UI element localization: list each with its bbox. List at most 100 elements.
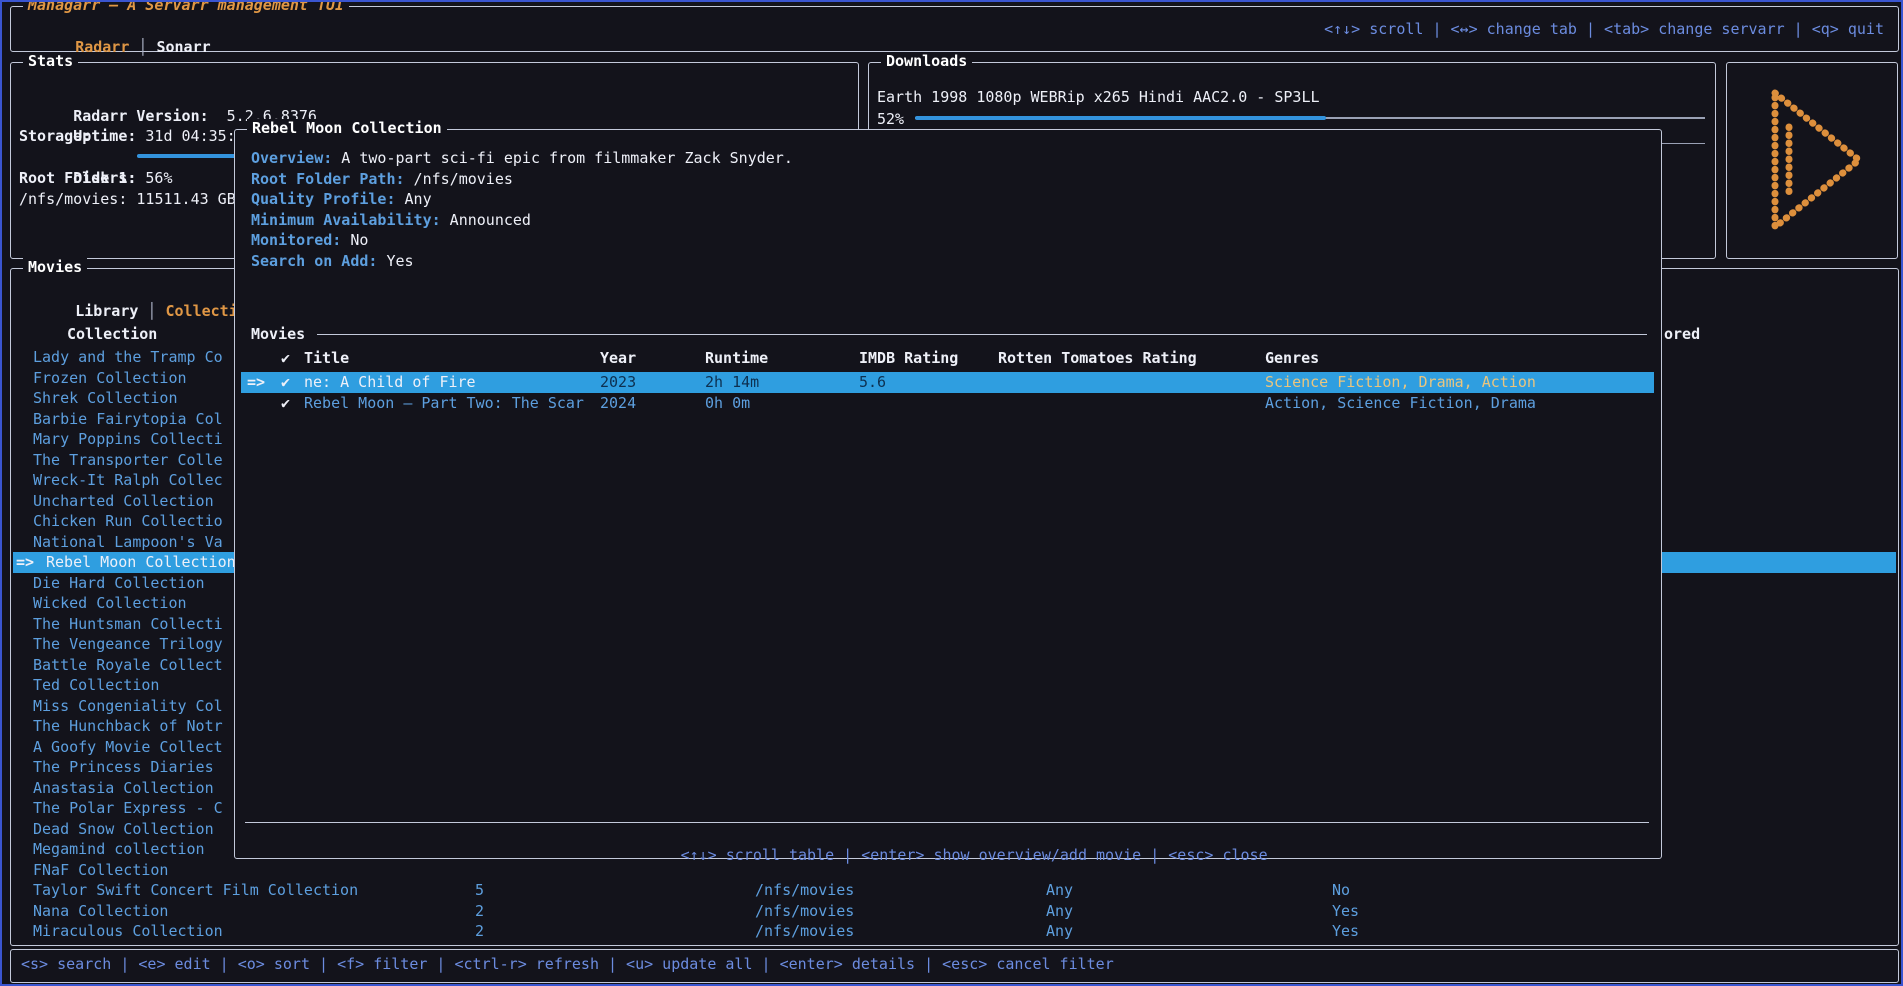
collection-name: Miss Congeniality Col <box>33 696 223 717</box>
quality-profile: Any <box>1046 880 1073 901</box>
movie-row-selected[interactable]: =>✔ne: A Child of Fire20232h 14m5.6Scien… <box>241 372 1654 393</box>
detail-value: Announced <box>441 211 531 229</box>
modal-movies-header: ✔TitleYearRuntimeIMDB RatingRotten Tomat… <box>235 348 1659 369</box>
footer-keybar: <s> search | <e> edit | <o> sort | <f> f… <box>10 949 1899 983</box>
detail-label: Minimum Availability: <box>251 211 441 229</box>
collection-row[interactable]: Taylor Swift Concert Film Collection5/nf… <box>13 880 1896 901</box>
modal-details: Overview: A two-part sci-fi epic from fi… <box>251 148 1641 274</box>
section-divider <box>317 334 1647 335</box>
top-keybinds: <↑↓> scroll | <↔> change tab | <tab> cha… <box>1324 20 1884 38</box>
collection-name: The Princess Diaries <box>33 757 214 778</box>
monitored-flag: No <box>1332 880 1350 901</box>
movie-count: 5 <box>475 880 484 901</box>
collection-name: Frozen Collection <box>33 368 187 389</box>
root-folder-path: /nfs/movies <box>755 901 854 922</box>
cell-genres: Action, Science Fiction, Drama <box>1265 393 1536 414</box>
detail-label: Overview: <box>251 149 332 167</box>
detail-value: A two-part sci-fi epic from filmmaker Za… <box>332 149 793 167</box>
collection-name: Megamind collection <box>33 839 205 860</box>
collection-name: Miraculous Collection <box>33 921 223 941</box>
root-folder-value: /nfs/movies: 11511.43 GB <box>19 189 236 210</box>
cell-genres: Science Fiction, Drama, Action <box>1265 372 1536 393</box>
downloads-title: Downloads <box>881 52 972 70</box>
collection-name: Nana Collection <box>33 901 168 922</box>
collection-name: Uncharted Collection <box>33 491 214 512</box>
collection-name: The Hunchback of Notr <box>33 716 223 737</box>
collection-name: Ted Collection <box>33 675 159 696</box>
monitored-column-header-fragment: ored <box>1664 324 1700 345</box>
collection-name: Anastasia Collection <box>33 778 214 799</box>
download-progress-gauge <box>915 109 1705 129</box>
collection-name: Lady and the Tramp Co <box>33 347 223 368</box>
collection-name: Chicken Run Collectio <box>33 511 223 532</box>
detail-label: Monitored: <box>251 231 341 249</box>
collection-name: Wicked Collection <box>33 593 187 614</box>
collection-name: Die Hard Collection <box>33 573 205 594</box>
modal-movie-rows: =>✔ne: A Child of Fire20232h 14m5.6Scien… <box>241 372 1654 414</box>
tab-separator: │ <box>138 302 165 320</box>
quality-profile: Any <box>1046 901 1073 922</box>
terminal-screen: Managarr — A Servarr management TUI Rada… <box>0 0 1903 986</box>
quality-profile: Any <box>1046 921 1073 941</box>
uptime-row: Uptime:31d 04:35:37 <box>19 105 254 126</box>
storage-label: Storage: <box>19 126 91 147</box>
collection-column-header: Collection <box>67 324 157 345</box>
cell-check: ✔ <box>281 372 290 393</box>
collection-name: Shrek Collection <box>33 388 178 409</box>
detail-label: Root Folder Path: <box>251 170 405 188</box>
movies-panel-title: Movies <box>23 258 87 276</box>
collection-name: Mary Poppins Collecti <box>33 429 223 450</box>
detail-label: Quality Profile: <box>251 190 396 208</box>
collection-name: National Lampoon's Va <box>33 532 223 553</box>
tab-sonarr[interactable]: Sonarr <box>156 38 210 56</box>
top-bar: Managarr — A Servarr management TUI Rada… <box>10 6 1899 52</box>
detail-value: /nfs/movies <box>405 170 513 188</box>
detail-row: Overview: A two-part sci-fi epic from fi… <box>251 148 793 169</box>
year-header: Year <box>600 348 636 369</box>
collection-name: The Transporter Colle <box>33 450 223 471</box>
monitored-flag: Yes <box>1332 921 1359 941</box>
detail-row: Search on Add: Yes <box>251 251 414 272</box>
movie-count: 2 <box>475 921 484 941</box>
collection-name: Wreck-It Ralph Collec <box>33 470 223 491</box>
app-title: Managarr — A Servarr management TUI <box>23 0 349 14</box>
radarr-logo-icon <box>1737 75 1887 245</box>
check-header: ✔ <box>281 348 290 369</box>
version-row: Radarr Version:5.2.6.8376 <box>19 85 317 106</box>
monitored-flag: Yes <box>1332 901 1359 922</box>
detail-value: Any <box>396 190 432 208</box>
tab-library[interactable]: Library <box>75 302 138 320</box>
movie-row[interactable]: ✔Rebel Moon – Part Two: The Scar20240h 0… <box>241 393 1654 414</box>
cell-runtime: 0h 0m <box>705 393 750 414</box>
collection-name: Dead Snow Collection <box>33 819 214 840</box>
runtime-header: Runtime <box>705 348 768 369</box>
detail-label: Search on Add: <box>251 252 377 270</box>
cell-runtime: 2h 14m <box>705 372 759 393</box>
imdb-header: IMDB Rating <box>859 348 958 369</box>
cell-check: ✔ <box>281 393 290 414</box>
detail-row: Root Folder Path: /nfs/movies <box>251 169 513 190</box>
modal-movies-section-title: Movies <box>251 324 305 345</box>
detail-row: Quality Profile: Any <box>251 189 432 210</box>
logo-panel <box>1726 62 1898 259</box>
detail-row: Monitored: No <box>251 230 368 251</box>
tab-radarr[interactable]: Radarr <box>75 38 129 56</box>
modal-help: <↑↓> scroll table | <enter> show overvie… <box>681 846 1268 864</box>
collection-name: The Huntsman Collecti <box>33 614 223 635</box>
footer-keybinds: <s> search | <e> edit | <o> sort | <f> f… <box>21 954 1114 975</box>
collection-name: The Vengeance Trilogy <box>33 634 223 655</box>
cell-year: 2024 <box>600 393 636 414</box>
stats-title: Stats <box>23 52 78 70</box>
rotten-tomatoes-header: Rotten Tomatoes Rating <box>998 348 1197 369</box>
cell-imdb: 5.6 <box>859 372 886 393</box>
collection-name: A Goofy Movie Collect <box>33 737 223 758</box>
cell-year: 2023 <box>600 372 636 393</box>
collection-name: Battle Royale Collect <box>33 655 223 676</box>
tab-separator: │ <box>129 38 156 56</box>
collection-name: The Polar Express - C <box>33 798 223 819</box>
root-folder-path: /nfs/movies <box>755 880 854 901</box>
collection-row[interactable]: Miraculous Collection2/nfs/moviesAnyYes <box>13 921 1896 941</box>
detail-value: Yes <box>377 252 413 270</box>
detail-value: No <box>341 231 368 249</box>
collection-row[interactable]: Nana Collection2/nfs/moviesAnyYes <box>13 901 1896 922</box>
